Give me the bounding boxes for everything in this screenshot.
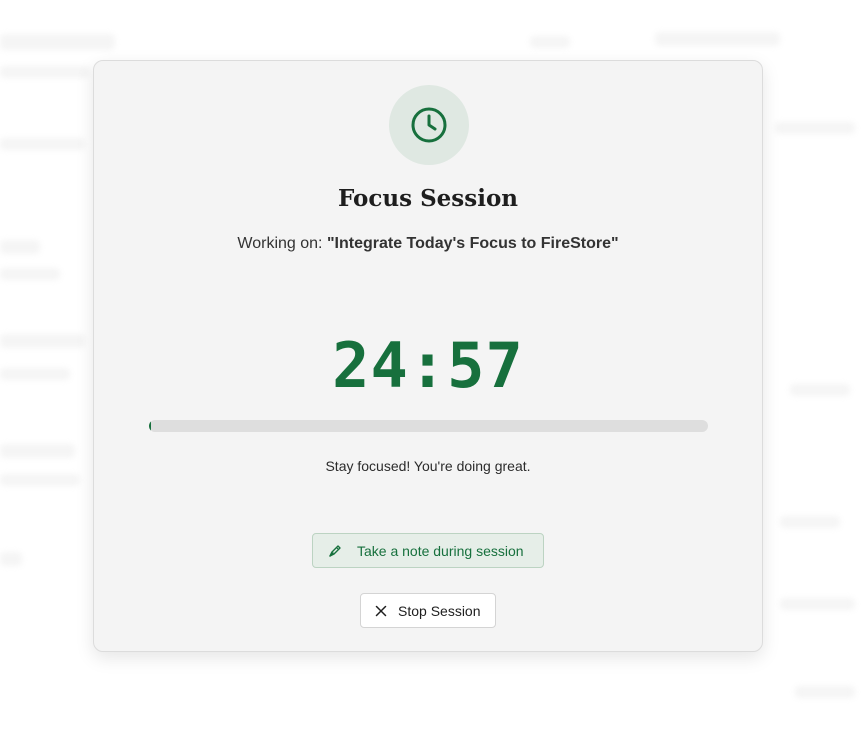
backdrop-blur-block <box>0 444 75 458</box>
backdrop-blur-block <box>0 552 22 566</box>
backdrop-blur-block <box>0 368 70 380</box>
backdrop-blur-block <box>780 516 840 528</box>
clock-badge <box>389 85 469 165</box>
countdown-timer: 24:57 <box>332 329 524 402</box>
stop-session-label: Stop Session <box>398 602 481 619</box>
backdrop-blur-block <box>0 240 40 254</box>
backdrop-blur-block <box>530 36 570 48</box>
backdrop-blur-block <box>780 598 855 610</box>
session-title: Focus Session <box>337 185 519 212</box>
backdrop-blur-block <box>0 66 90 78</box>
backdrop-blur-block <box>0 334 85 348</box>
pen-icon <box>327 543 343 559</box>
working-on-text: Working on: "Integrate Today's Focus to … <box>94 235 762 253</box>
backdrop-blur-block <box>0 34 115 50</box>
clock-icon <box>411 107 447 143</box>
close-icon <box>375 605 387 617</box>
backdrop-blur-block <box>0 268 60 280</box>
backdrop-blur-block <box>0 138 85 150</box>
focus-session-dialog: Focus Session Working on: "Integrate Tod… <box>93 60 763 652</box>
session-progress-bar <box>149 420 708 432</box>
working-on-label: Working on: <box>237 235 327 252</box>
session-progress-fill <box>149 420 151 432</box>
backdrop-blur-block <box>775 122 855 134</box>
backdrop-blur-block <box>790 384 850 396</box>
backdrop-blur-block <box>795 686 855 698</box>
stop-session-button[interactable]: Stop Session <box>360 593 496 628</box>
take-note-button[interactable]: Take a note during session <box>312 533 544 568</box>
take-note-label: Take a note during session <box>357 542 524 559</box>
backdrop-blur-block <box>655 32 780 46</box>
encouragement-message: Stay focused! You're doing great. <box>325 458 531 474</box>
current-task-name: "Integrate Today's Focus to FireStore" <box>326 235 619 252</box>
backdrop-blur-block <box>0 474 80 486</box>
